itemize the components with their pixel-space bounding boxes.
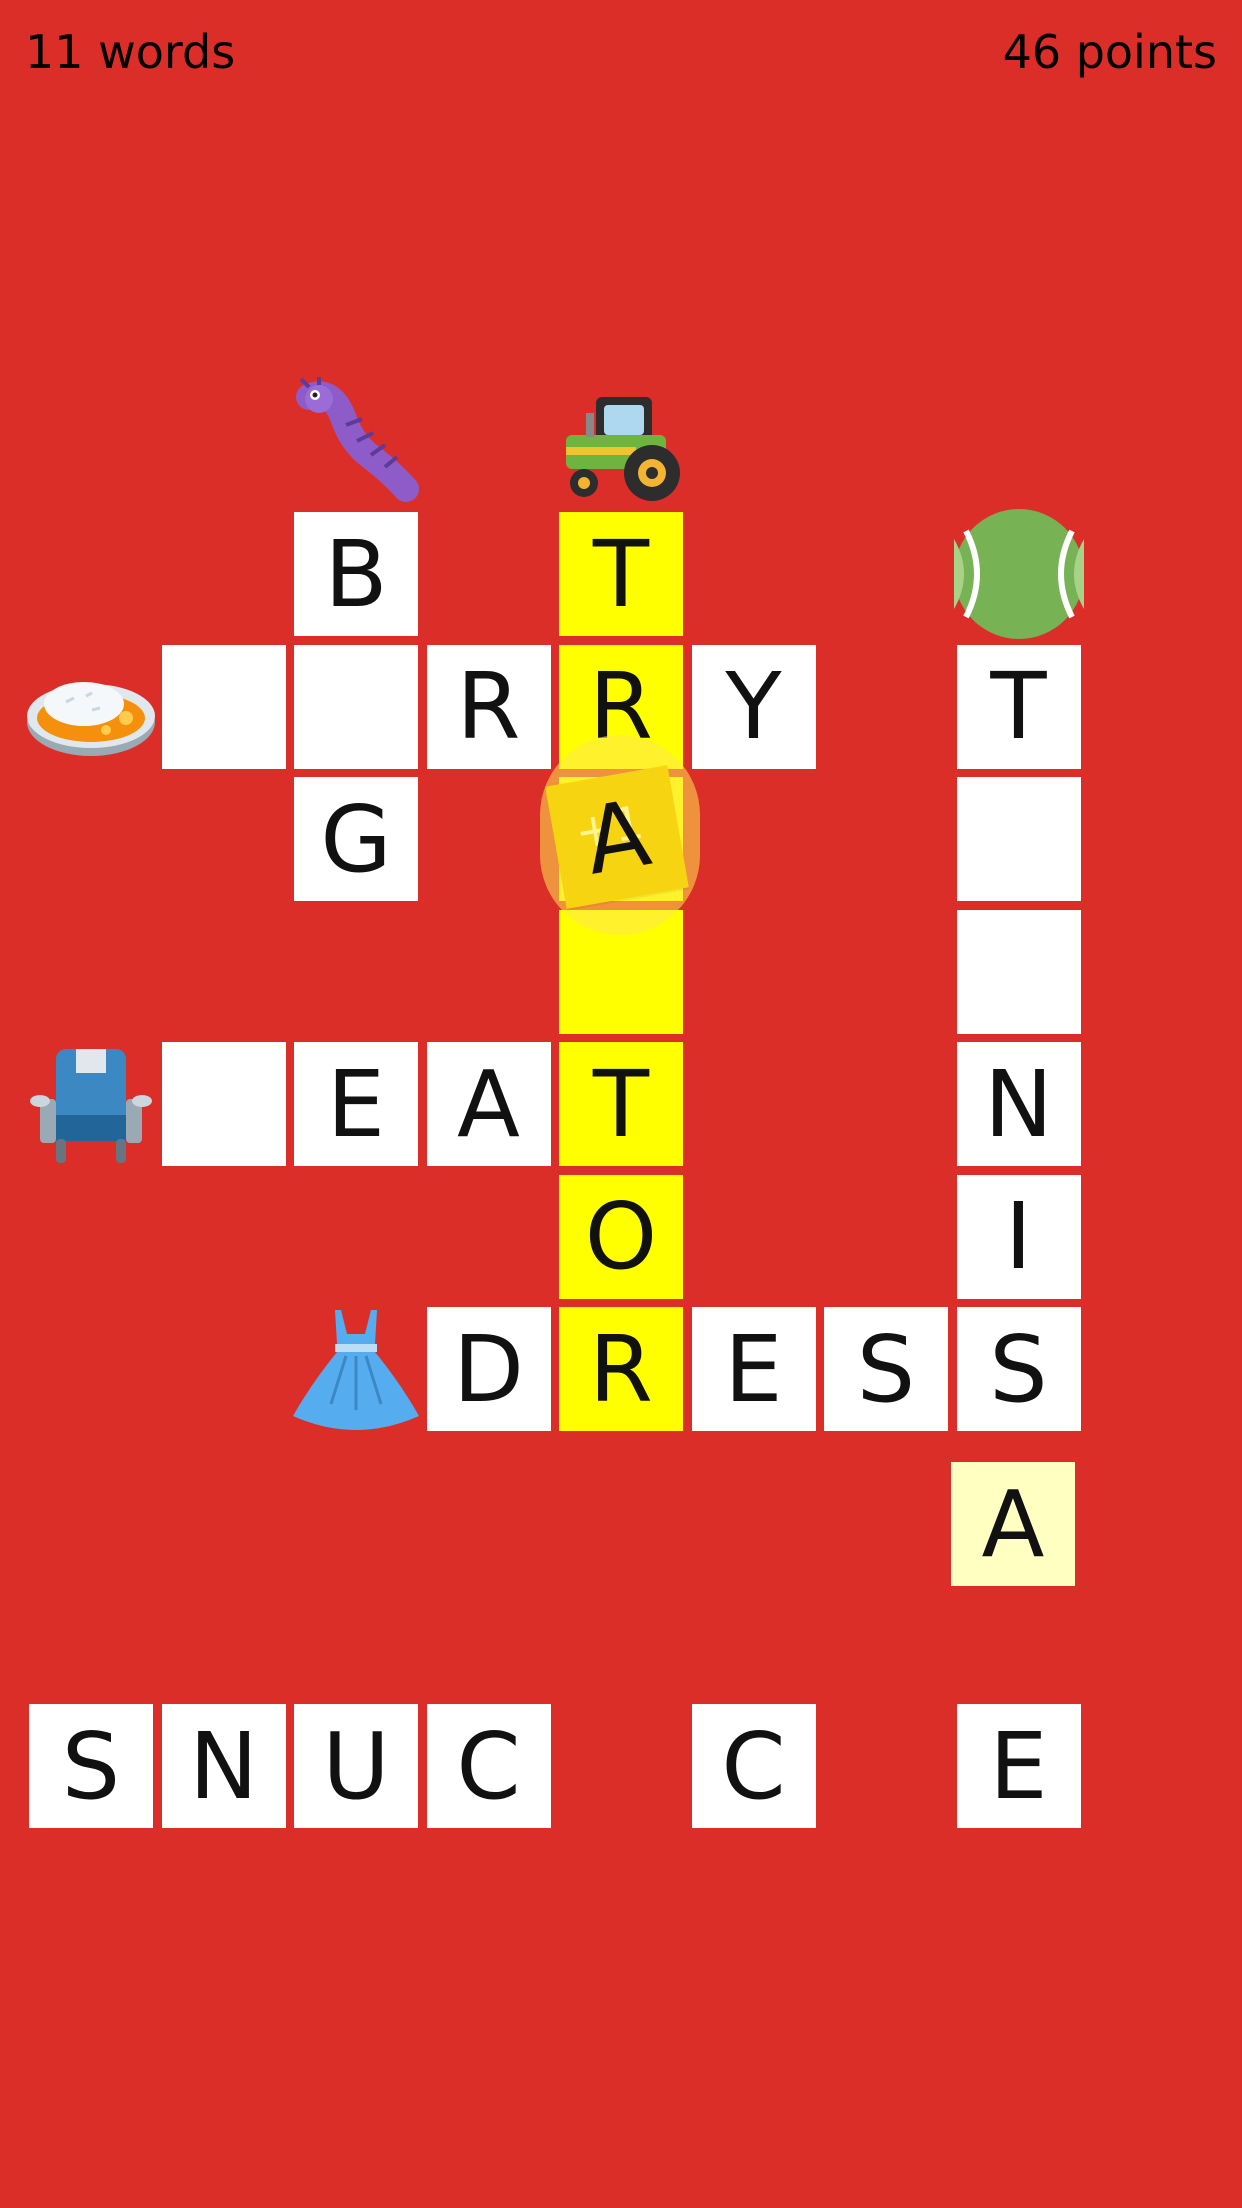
seat-icon [26, 1039, 156, 1169]
board-cell[interactable]: G [294, 777, 418, 901]
caterpillar-icon [291, 376, 421, 507]
tray-letter-tile[interactable]: E [956, 1704, 1081, 1828]
board-cell[interactable] [956, 909, 1081, 1034]
highlighted-word-cell[interactable]: O [559, 1174, 683, 1299]
board-cell[interactable]: B [294, 512, 418, 636]
board-cell[interactable]: D [426, 1307, 551, 1431]
highlighted-word-cell[interactable]: T [559, 512, 683, 636]
board-cell[interactable]: S [956, 1307, 1081, 1431]
placed-tile-letter: A [981, 1470, 1045, 1578]
tennis-ball-icon [953, 509, 1084, 639]
tray-letter-tile[interactable]: C [691, 1704, 816, 1828]
board-cell[interactable]: E [294, 1042, 418, 1166]
board-cell[interactable]: R [426, 644, 551, 769]
tractor-icon [556, 377, 686, 507]
board-cell[interactable]: N [956, 1042, 1081, 1166]
board-cell[interactable] [956, 777, 1081, 901]
board-cell[interactable]: A [426, 1042, 551, 1166]
board-cell[interactable] [294, 644, 418, 769]
dress-icon [291, 1304, 421, 1434]
placed-letter-tile[interactable]: A [951, 1462, 1075, 1586]
highlighted-word-cell[interactable]: R [559, 1307, 683, 1431]
board-cell[interactable]: T [956, 644, 1081, 769]
crossword-board: BTRRYTGEATNOIDRESS [0, 0, 1242, 2208]
board-cell[interactable]: S [824, 1307, 948, 1431]
rice-plate-icon [26, 642, 156, 772]
board-cell[interactable]: I [956, 1174, 1081, 1299]
tray-letter-tile[interactable]: C [426, 1704, 551, 1828]
board-cell[interactable] [161, 1042, 286, 1166]
board-cell[interactable] [161, 644, 286, 769]
tray-letter-tile[interactable]: U [294, 1704, 418, 1828]
board-cell[interactable]: Y [691, 644, 816, 769]
board-cell[interactable]: E [691, 1307, 816, 1431]
dragged-letter-tile[interactable]: +1 A [545, 765, 689, 909]
dragged-tile-letter: A [576, 778, 658, 896]
tray-letter-tile[interactable]: N [161, 1704, 286, 1828]
highlighted-word-cell[interactable]: T [559, 1042, 683, 1166]
tray-letter-tile[interactable]: S [29, 1704, 153, 1828]
